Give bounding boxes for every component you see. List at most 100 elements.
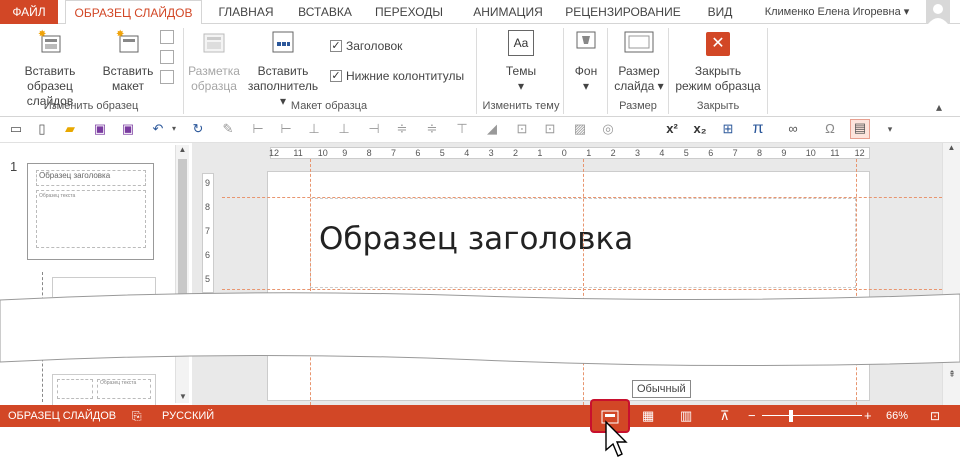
new-file-icon[interactable]: ▯ bbox=[34, 121, 50, 137]
mouse-cursor-icon bbox=[605, 420, 628, 457]
picture-icon[interactable]: ▨ bbox=[572, 121, 588, 137]
ungroup-icon[interactable]: ⊡ bbox=[542, 121, 558, 137]
footers-checkbox[interactable]: ✓ bbox=[330, 70, 342, 82]
insert-master-label-1: Вставить bbox=[24, 64, 76, 78]
ruler-tick-label: 6 bbox=[205, 250, 211, 260]
save-as-icon[interactable]: ▣ bbox=[120, 121, 136, 137]
group-label-edit-master: Изменить образец bbox=[43, 100, 139, 112]
insert-slide-master-button[interactable]: ✸ Вставить образец слайдов bbox=[4, 28, 96, 109]
ruler-tick-label: 12 bbox=[854, 148, 865, 158]
ruler-tick-label: 10 bbox=[805, 148, 816, 158]
background-button[interactable]: Фон ▾ bbox=[566, 28, 606, 94]
previous-slide-icon[interactable]: ⇞ bbox=[943, 369, 960, 380]
user-name[interactable]: Клименко Елена Игоревна ▾ bbox=[758, 0, 916, 24]
align-bottom2-icon[interactable]: ⊥ bbox=[336, 121, 352, 137]
insert-placeholder-button[interactable]: Вставить заполнитель ▾ bbox=[244, 28, 322, 109]
redo-icon[interactable]: ↻ bbox=[190, 121, 206, 137]
ruler-tick-label: 8 bbox=[366, 148, 372, 158]
group-separator bbox=[767, 28, 768, 114]
background-dropdown-icon: ▾ bbox=[582, 79, 590, 93]
ruler-tick-label: 12 bbox=[269, 148, 280, 158]
align-left-icon[interactable]: ⊢ bbox=[250, 121, 266, 137]
distribute-icon[interactable]: ⊣ bbox=[366, 121, 382, 137]
close-master-view-button[interactable]: ✕ Закрыть режим образца bbox=[672, 28, 764, 94]
slide-size-button[interactable]: Размер слайда ▾ bbox=[612, 28, 666, 94]
crop-icon[interactable]: ⊞ bbox=[720, 121, 736, 137]
tab-review[interactable]: РЕЦЕНЗИРОВАНИЕ bbox=[565, 0, 681, 24]
equation-icon[interactable]: π bbox=[750, 121, 766, 137]
customize-toolbar-icon[interactable]: ▾ bbox=[882, 121, 898, 137]
horizontal-ruler: 12 11 10 9 8 7 6 5 4 3 2 1 0 1 2 3 4 5 6 7 8 9 10 11 12 bbox=[269, 147, 870, 159]
shape-icon[interactable]: ◢ bbox=[484, 121, 500, 137]
slide-sorter-icon[interactable]: ▦ bbox=[642, 405, 654, 427]
ruler-tick-label: 5 bbox=[683, 148, 689, 158]
avatar[interactable] bbox=[926, 0, 950, 24]
group-label-close: Закрыть bbox=[696, 100, 740, 112]
insert-placeholder-label-1: Вставить bbox=[257, 64, 309, 78]
zoom-out-icon[interactable]: − bbox=[748, 405, 756, 427]
ruler-tick-label: 7 bbox=[732, 148, 738, 158]
tab-transitions[interactable]: ПЕРЕХОДЫ bbox=[368, 0, 450, 24]
align-center-icon[interactable]: ≑ bbox=[394, 121, 410, 137]
ruler-tick-label: 4 bbox=[659, 148, 665, 158]
status-mode: ОБРАЗЕЦ СЛАЙДОВ bbox=[8, 410, 117, 422]
slideshow-icon[interactable]: ⊼ bbox=[720, 405, 730, 427]
undo-dropdown-icon[interactable]: ▾ bbox=[166, 121, 182, 137]
title-checkbox[interactable]: ✓ bbox=[330, 40, 342, 52]
vertical-ruler: 9 8 7 6 5 bbox=[202, 173, 214, 293]
zoom-slider-thumb[interactable] bbox=[789, 410, 793, 422]
collapse-ribbon-icon[interactable]: ▴ bbox=[936, 100, 942, 114]
title-text[interactable]: Образец заголовка bbox=[319, 221, 633, 257]
save-icon[interactable]: ▣ bbox=[92, 121, 108, 137]
canvas-scroll-up-icon[interactable]: ▲ bbox=[943, 143, 960, 152]
undo-icon[interactable]: ↶ bbox=[150, 121, 166, 137]
status-bar: ОБРАЗЕЦ СЛАЙДОВ ⎘ РУССКИЙ ▦ ▥ ⊼ − + 66% … bbox=[0, 399, 960, 433]
fit-to-window-icon[interactable]: ⊡ bbox=[930, 405, 940, 427]
themes-button[interactable]: Aa Темы ▾ bbox=[496, 28, 546, 94]
align-top-icon[interactable]: ⊤ bbox=[454, 121, 470, 137]
tab-animation[interactable]: АНИМАЦИЯ bbox=[466, 0, 550, 24]
shapes-icon[interactable]: ◎ bbox=[600, 121, 616, 137]
zoom-slider[interactable] bbox=[762, 415, 862, 416]
group-icon[interactable]: ⊡ bbox=[514, 121, 530, 137]
delete-icon[interactable] bbox=[160, 30, 174, 44]
layout-thumbnail-3[interactable]: Образец текста bbox=[52, 374, 156, 405]
tab-view[interactable]: ВИД bbox=[700, 0, 740, 24]
ruler-tick-label: 0 bbox=[561, 148, 567, 158]
thumbnail-body: Образец текста bbox=[36, 190, 146, 248]
reading-view-icon[interactable]: ▥ bbox=[680, 405, 692, 427]
rename-icon[interactable] bbox=[160, 50, 174, 64]
group-separator bbox=[668, 28, 669, 114]
zoom-in-icon[interactable]: + bbox=[864, 405, 872, 427]
align-middle-icon[interactable]: ≑ bbox=[424, 121, 440, 137]
master-layout-button[interactable]: Разметка образца bbox=[186, 28, 242, 94]
symbol-icon[interactable]: Ω bbox=[822, 121, 838, 137]
ruler-tick-label: 2 bbox=[610, 148, 616, 158]
slide-icon[interactable]: ▭ bbox=[8, 121, 24, 137]
align-bottom-icon[interactable]: ⊥ bbox=[306, 121, 322, 137]
open-folder-icon[interactable]: ▰ bbox=[62, 121, 78, 137]
infinity-icon[interactable]: ∞ bbox=[782, 121, 804, 137]
tab-slide-master[interactable]: ОБРАЗЕЦ СЛАЙДОВ bbox=[65, 0, 202, 25]
spellcheck-icon[interactable]: ⎘ bbox=[132, 405, 142, 427]
preserve-icon[interactable] bbox=[160, 70, 174, 84]
scroll-down-icon[interactable]: ▼ bbox=[176, 392, 190, 401]
zoom-level[interactable]: 66% bbox=[886, 405, 908, 427]
tab-home[interactable]: ГЛАВНАЯ bbox=[212, 0, 280, 24]
master-thumbnail[interactable]: Образец заголовка Образец текста bbox=[27, 163, 154, 260]
ruler-tick-label: 3 bbox=[635, 148, 641, 158]
format-painter-icon[interactable]: ✎ bbox=[220, 121, 236, 137]
tab-insert[interactable]: ВСТАВКА bbox=[289, 0, 361, 24]
status-language[interactable]: РУССКИЙ bbox=[162, 405, 214, 427]
thumbnail-title: Образец заголовка bbox=[36, 170, 146, 186]
align-left2-icon[interactable]: ⊢ bbox=[278, 121, 294, 137]
ruler-tick-label: 11 bbox=[830, 148, 840, 158]
insert-layout-button[interactable]: ✸ Вставить макет bbox=[100, 28, 156, 94]
scroll-up-icon[interactable]: ▲ bbox=[176, 145, 189, 154]
superscript-icon[interactable]: x² bbox=[664, 121, 680, 137]
ribbon-tab-bar: ФАЙЛ ОБРАЗЕЦ СЛАЙДОВ ГЛАВНАЯ ВСТАВКА ПЕР… bbox=[0, 0, 960, 25]
svg-text:✸: ✸ bbox=[38, 29, 46, 40]
ruler-toggle-icon[interactable]: ▤ bbox=[850, 119, 870, 139]
tab-file[interactable]: ФАЙЛ bbox=[0, 0, 58, 24]
subscript-icon[interactable]: x₂ bbox=[692, 121, 708, 137]
